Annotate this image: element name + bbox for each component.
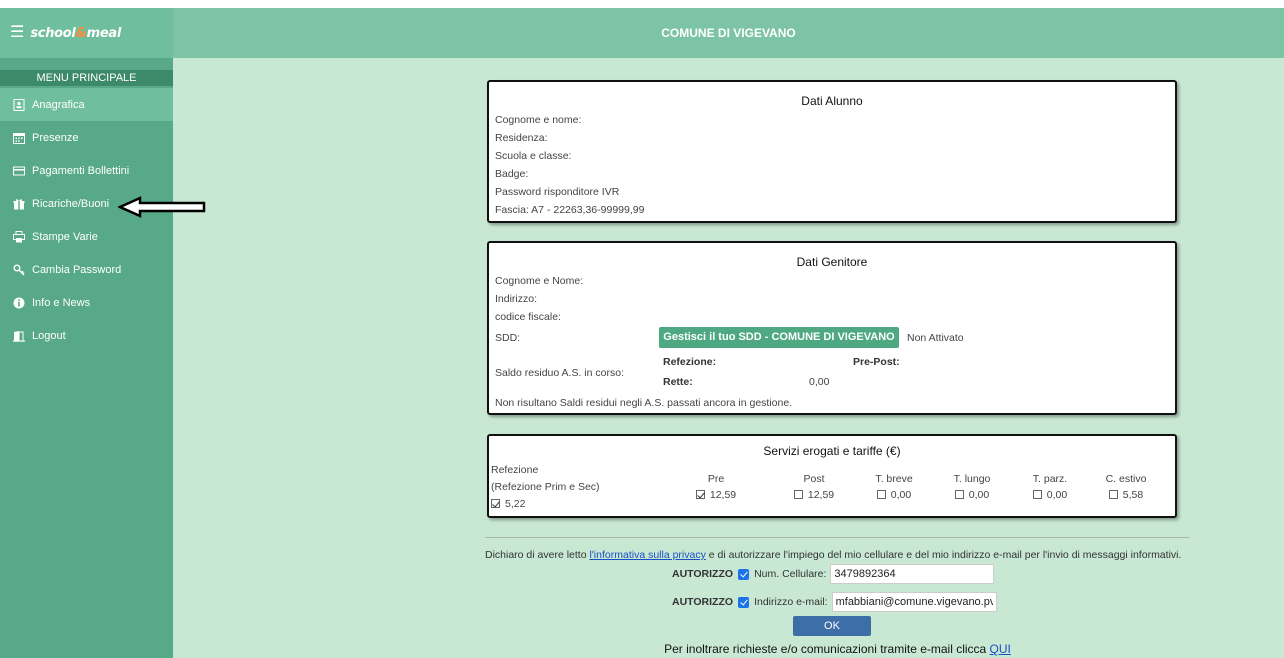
ok-button[interactable]: OK [793,616,871,636]
service-post: Post 12,59 [779,473,849,501]
service-t-breve: T. breve 0,00 [875,473,913,501]
page-title: COMUNE DI VIGEVANO [661,26,796,40]
sidebar-item-label: Ricariche/Buoni [32,197,110,210]
sidebar-item-anagrafica[interactable]: Anagrafica [0,88,173,121]
email-input[interactable] [831,592,997,612]
sidebar-item-label: Cambia Password [32,263,122,276]
refezione-service-label: Refezione [491,464,539,476]
credit-card-icon [12,164,26,178]
sidebar-item-presenze[interactable]: Presenze [0,121,173,154]
privacy-policy-link[interactable]: l'informativa sulla privacy [589,549,705,561]
sidebar-item-pagamenti-bollettini[interactable]: Pagamenti Bollettini [0,154,173,187]
service-c-estivo: C. estivo 5,58 [1105,473,1147,501]
services-panel: Servizi erogati e tariffe (€) Refezione … [487,434,1177,518]
student-fascia-label: Fascia: A7 - 22263,36-99999,99 [495,204,645,216]
sidebar-item-cambia-password[interactable]: Cambia Password [0,253,173,286]
printer-icon [12,230,26,244]
authorize-phone-checkbox[interactable] [738,568,750,580]
key-icon [12,263,26,277]
student-residence-label: Residenza: [495,132,548,144]
service-t-parz: T. parz. 0,00 [1032,473,1068,501]
arrow-left-icon [118,196,206,218]
previous-balance-note: Non risultano Saldi residui negli A.S. p… [495,397,793,409]
sidebar-item-label: Stampe Varie [32,230,98,243]
phone-label: Num. Cellulare: [754,568,827,580]
parent-panel: Dati Genitore Cognome e Nome: Indirizzo:… [487,241,1177,415]
student-name-label: Cognome e nome: [495,114,582,126]
prepost-balance-label: Pre-Post: [853,356,900,368]
app-window: ☰ school&meal MENU PRINCIPALE Anagrafica… [0,8,1284,658]
calendar-icon [12,131,26,145]
service-pre: Pre 12,59 [681,473,751,501]
email-label: Indirizzo e-mail: [754,596,828,608]
sdd-status: Non Attivato [907,332,964,344]
student-ivr-label: Password risponditore IVR [495,186,620,198]
refezione-checkbox[interactable] [491,499,500,508]
brand-logo: school&meal [30,25,122,41]
contact-line: Per inoltrare richieste e/o comunicazion… [664,642,1011,656]
sidebar-item-label: Presenze [32,131,79,144]
sidebar-item-info-news[interactable]: Info e News [0,286,173,319]
refezione-service-sub: (Refezione Prim e Sec) [491,481,600,493]
service-t-lungo: T. lungo 0,00 [953,473,991,501]
page-header: COMUNE DI VIGEVANO [173,8,1284,58]
divider [485,537,1190,538]
sidebar-item-label: Logout [32,329,66,342]
student-school-label: Scuola e classe: [495,150,572,162]
service-c-estivo-checkbox[interactable] [1108,490,1118,499]
sidebar-item-stampe-varie[interactable]: Stampe Varie [0,220,173,253]
phone-input[interactable] [830,564,995,584]
authorize-email-label: AUTORIZZO [672,596,734,608]
parent-fiscal-code-label: codice fiscale: [495,311,561,323]
sidebar-item-logout[interactable]: Logout [0,319,173,352]
balance-label: Saldo residuo A.S. in corso: [495,367,624,379]
sidebar-item-label: Info e News [32,296,91,309]
service-t-breve-checkbox[interactable] [876,490,886,499]
sidebar-item-label: Anagrafica [32,98,85,111]
refezione-service-price: 5,22 [491,498,525,510]
student-panel-title: Dati Alunno [801,94,863,108]
gift-icon [12,197,26,211]
parent-name-label: Cognome e Nome: [495,275,584,287]
sidebar: ☰ school&meal MENU PRINCIPALE Anagrafica… [0,8,173,658]
contact-email-link[interactable]: QUI [990,642,1011,656]
service-t-parz-checkbox[interactable] [1032,490,1042,499]
service-t-lungo-checkbox[interactable] [954,490,964,499]
service-post-checkbox[interactable] [793,490,803,499]
student-panel: Dati Alunno Cognome e nome: Residenza: S… [487,80,1177,223]
rette-balance-value: 0,00 [809,376,830,388]
authorize-phone-row: AUTORIZZO Num. Cellulare: [672,564,995,584]
services-panel-title: Servizi erogati e tariffe (€) [763,444,901,458]
authorize-email-row: AUTORIZZO Indirizzo e-mail: [672,592,997,612]
refezione-balance-label: Refezione: [663,356,717,368]
brand-bar: ☰ school&meal [0,8,173,58]
hamburger-menu-icon[interactable]: ☰ [10,25,24,41]
sidebar-item-label: Pagamenti Bollettini [32,164,130,177]
logout-icon [12,329,26,343]
authorize-phone-label: AUTORIZZO [672,568,734,580]
authorize-email-checkbox[interactable] [738,596,750,608]
parent-address-label: Indirizzo: [495,293,538,305]
student-badge-label: Badge: [495,168,529,180]
rette-balance-label: Rette: [663,376,693,388]
parent-panel-title: Dati Genitore [796,255,868,269]
service-pre-checkbox[interactable] [695,490,705,499]
id-card-icon [12,98,26,112]
menu-section-title: MENU PRINCIPALE [0,70,173,86]
privacy-consent-text: Dichiaro di avere letto l'informativa su… [485,549,1182,561]
manage-sdd-button[interactable]: Gestisci il tuo SDD - COMUNE DI VIGEVANO [659,327,899,348]
info-icon [12,296,26,310]
sdd-label: SDD: [495,332,521,344]
